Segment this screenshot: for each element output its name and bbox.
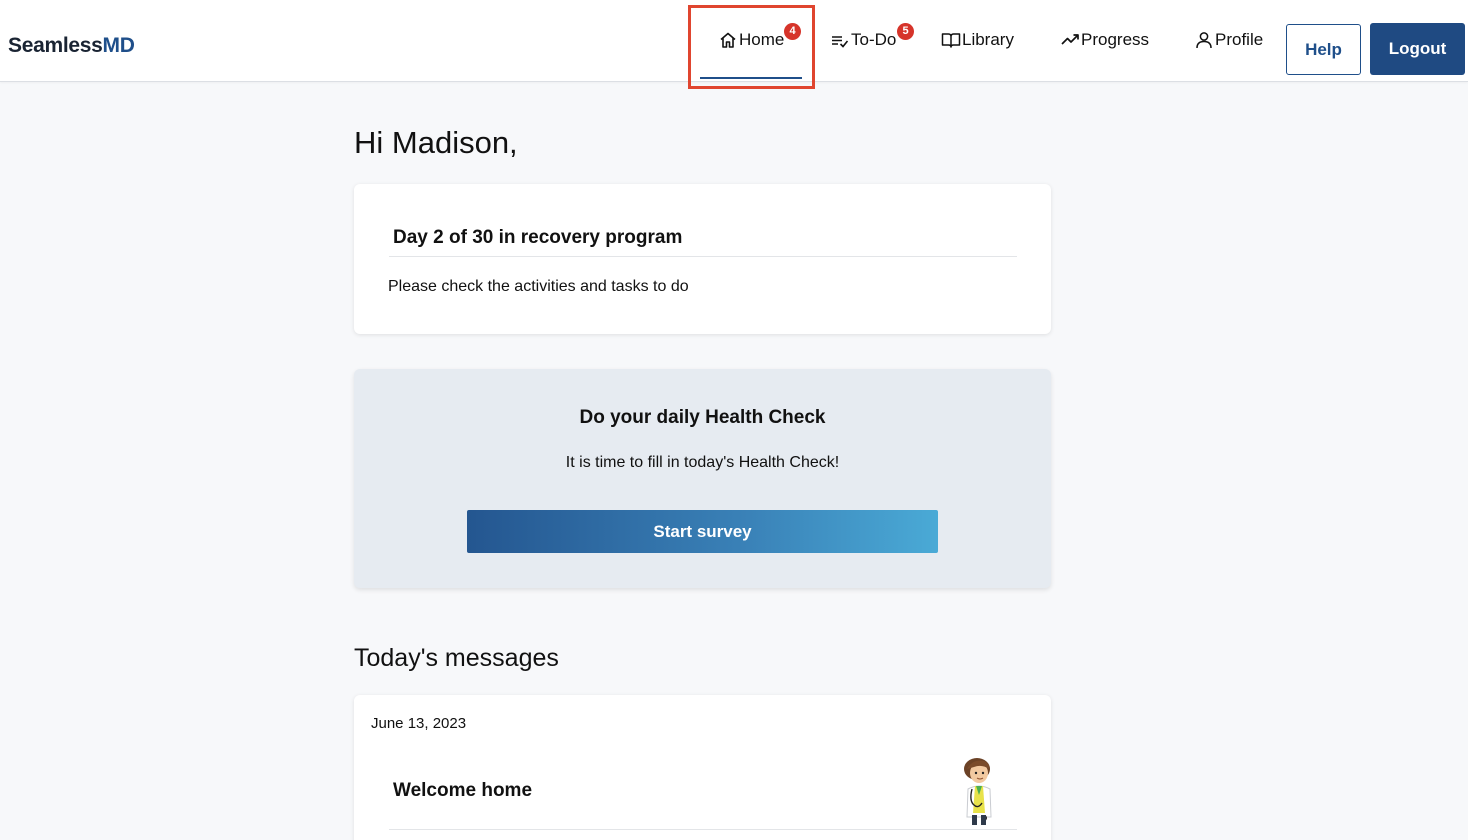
todo-list-icon	[830, 30, 850, 50]
recovery-title: Day 2 of 30 in recovery program	[393, 227, 683, 248]
start-survey-button[interactable]: Start survey	[467, 510, 938, 553]
recovery-program-card: Day 2 of 30 in recovery program Please c…	[354, 184, 1051, 334]
nav-library[interactable]: Library	[941, 30, 1014, 66]
nav-todo[interactable]: To-Do	[830, 30, 896, 66]
book-icon	[941, 30, 961, 50]
nav-progress-label: Progress	[1081, 30, 1150, 49]
message-title: Welcome home	[393, 780, 533, 801]
logo-text-seamless: Seamless	[8, 34, 103, 57]
help-button[interactable]: Help	[1286, 24, 1361, 75]
nav-profile[interactable]: Profile	[1194, 30, 1263, 66]
logout-button[interactable]: Logout	[1370, 23, 1465, 75]
health-check-title: Do your daily Health Check	[579, 407, 826, 428]
recovery-body: Please check the activities and tasks to…	[388, 278, 689, 295]
greeting-heading: Hi Madison,	[354, 125, 518, 160]
card-divider	[389, 829, 1017, 830]
nav-todo-label: To-Do	[851, 30, 897, 49]
user-icon	[1194, 30, 1214, 50]
messages-section-title: Today's messages	[354, 644, 559, 672]
nav-progress[interactable]: Progress	[1060, 30, 1149, 66]
card-divider	[389, 256, 1017, 257]
trend-up-icon	[1060, 30, 1080, 50]
message-card[interactable]: June 13, 2023 Welcome home	[354, 695, 1051, 840]
health-check-body: It is time to fill in today's Health Che…	[565, 454, 840, 471]
message-date: June 13, 2023	[371, 715, 467, 732]
home-tab-highlight-box	[688, 5, 815, 89]
health-check-card: Do your daily Health Check It is time to…	[354, 369, 1051, 588]
app-logo[interactable]: SeamlessMD	[8, 34, 135, 58]
doctor-avatar-icon	[954, 755, 1004, 827]
nav-library-label: Library	[962, 30, 1014, 49]
logo-text-md: MD	[102, 34, 135, 57]
nav-profile-label: Profile	[1215, 30, 1264, 49]
todo-notification-badge: 5	[897, 23, 914, 40]
